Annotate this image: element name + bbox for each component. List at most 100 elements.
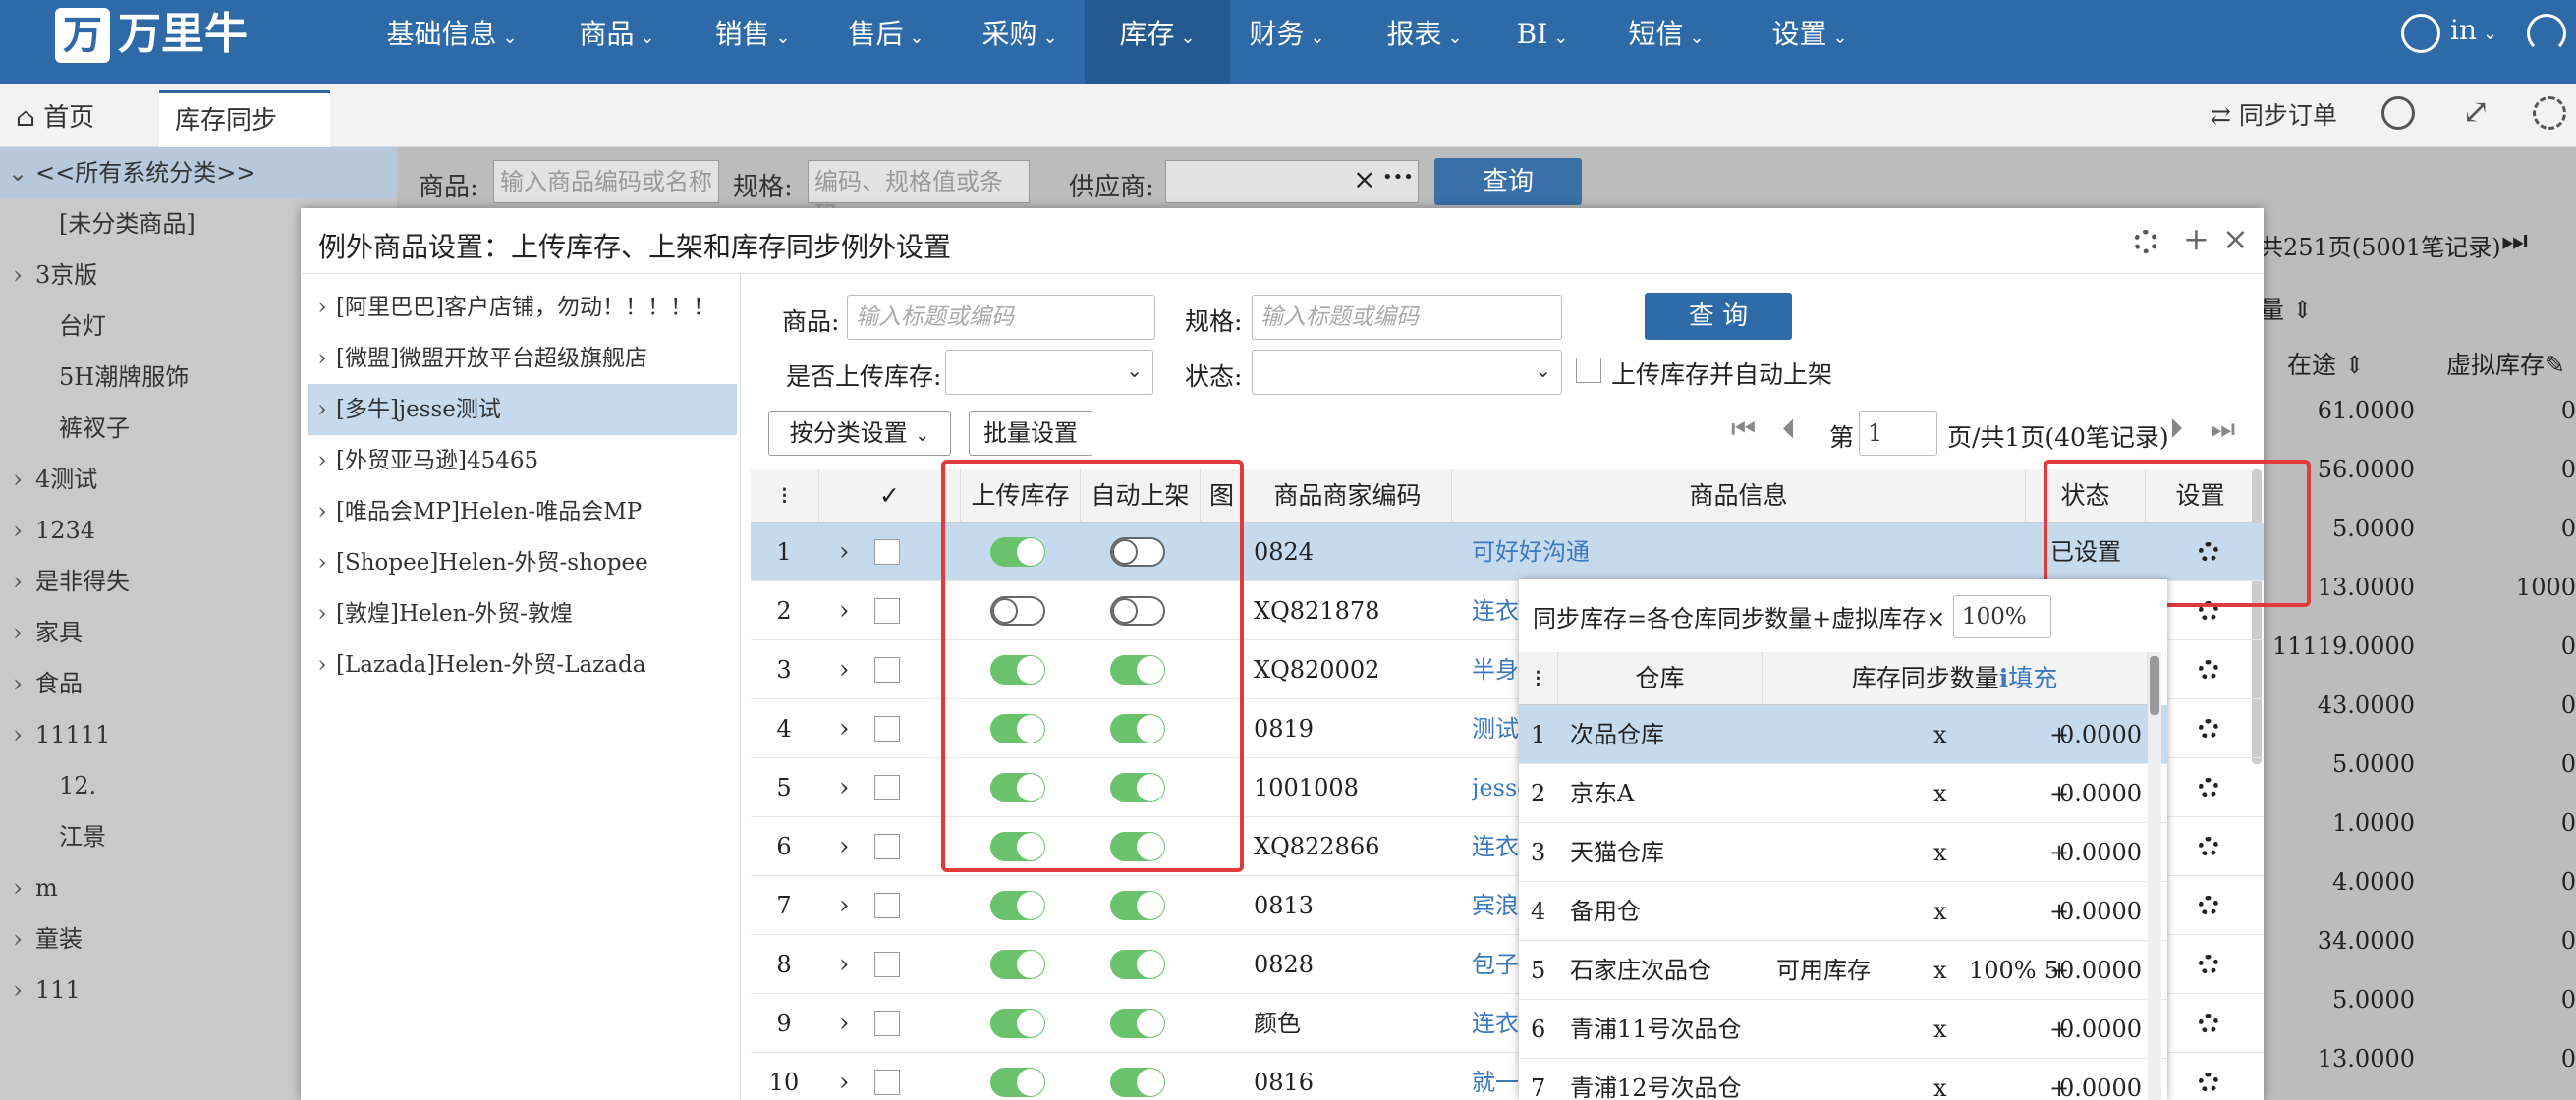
tab-stock-sync[interactable]: 库存同步 × — [159, 90, 330, 191]
product-info-link[interactable]: 可好好沟通 — [1472, 522, 1766, 581]
filter-upload-select[interactable]: ⌄ — [945, 350, 1153, 395]
row-expand-icon[interactable]: › — [839, 876, 849, 935]
row-checkbox[interactable] — [874, 893, 900, 918]
filter-spec-input[interactable]: 输入标题或编码 — [1252, 295, 1562, 340]
tree-collapse-icon[interactable]: ⌄ — [0, 147, 35, 198]
modal-close-icon[interactable]: × — [2222, 220, 2249, 257]
next-page-icon[interactable]: ⏵ — [2169, 412, 2183, 446]
upload-stock-toggle[interactable] — [990, 1009, 1045, 1038]
menu-7[interactable]: 报表 ⌄ — [1373, 0, 1476, 84]
row-checkbox[interactable] — [874, 1070, 900, 1095]
row-checkbox[interactable] — [874, 1011, 900, 1036]
category-setting-dropdown[interactable]: 按分类设置 ⌄ — [768, 411, 951, 456]
warehouse-row[interactable]: 3 天猫仓库 x +0.0000 — [1519, 823, 2167, 882]
shop-item[interactable]: › [敦煌]Helen-外贸-敦煌 — [308, 588, 737, 639]
menu-2[interactable]: 销售 ⌄ — [703, 0, 802, 84]
prev-page-icon[interactable]: ⏴ — [1782, 412, 1796, 446]
tree-expand-icon[interactable]: › — [0, 607, 35, 658]
tree-root[interactable]: ⌄ <<所有系统分类>> — [0, 147, 397, 198]
added-quantity[interactable]: 50.0000 — [2028, 941, 2148, 1000]
chevron-right-icon[interactable]: › — [308, 435, 336, 486]
tree-expand-icon[interactable]: › — [0, 505, 35, 556]
query-button[interactable]: 查 询 — [1645, 293, 1792, 340]
added-quantity[interactable]: 0.0000 — [2028, 705, 2148, 764]
tree-expand-icon[interactable]: › — [0, 556, 35, 607]
chevron-right-icon[interactable]: › — [308, 282, 336, 333]
tree-expand-icon[interactable]: › — [0, 862, 35, 913]
menu-5[interactable]: 库存 ⌄ — [1085, 0, 1230, 84]
col-select-all[interactable]: ✓ — [819, 469, 961, 522]
popup-col-menu[interactable]: ⁝ — [1519, 652, 1558, 705]
tree-expand-icon[interactable]: › — [0, 964, 35, 1016]
row-checkbox[interactable] — [874, 834, 900, 859]
row-checkbox[interactable] — [874, 539, 900, 565]
tree-expand-icon[interactable]: › — [0, 709, 35, 760]
warehouse-row[interactable]: 1 次品仓库 x +0.0000 — [1519, 705, 2167, 764]
user-menu[interactable]: in ⌄ — [2450, 14, 2497, 46]
modal-maximize-icon[interactable]: + — [2183, 220, 2210, 257]
menu-9[interactable]: 短信 ⌄ — [1619, 0, 1713, 84]
row-expand-icon[interactable]: › — [839, 817, 849, 876]
shop-item[interactable]: › [微盟]微盟开放平台超级旗舰店 — [308, 333, 737, 384]
row-settings-gear-icon[interactable] — [2199, 1014, 2218, 1033]
row-expand-icon[interactable]: › — [839, 935, 849, 994]
row-settings-gear-icon[interactable] — [2199, 896, 2218, 915]
upload-stock-toggle[interactable] — [990, 1068, 1045, 1097]
shop-item[interactable]: › [Lazada]Helen-外贸-Lazada — [308, 639, 737, 690]
row-expand-icon[interactable]: › — [839, 994, 849, 1053]
auto-list-toggle[interactable] — [1110, 891, 1165, 920]
menu-8[interactable]: BI ⌄ — [1507, 0, 1578, 84]
menu-3[interactable]: 售后 ⌄ — [837, 0, 935, 84]
added-quantity[interactable]: 0.0000 — [2028, 1059, 2148, 1100]
menu-4[interactable]: 采购 ⌄ — [971, 0, 1069, 84]
shop-item[interactable]: › [Shopee]Helen-外贸-shopee — [308, 537, 737, 588]
row-settings-gear-icon[interactable] — [2199, 1072, 2218, 1092]
logo-icon[interactable]: 万 — [55, 8, 110, 63]
chevron-right-icon[interactable]: › — [308, 537, 336, 588]
added-quantity[interactable]: 0.0000 — [2028, 764, 2148, 823]
bg-col-sort[interactable]: 量 ⇕ — [2260, 291, 2313, 326]
shop-item[interactable]: › [唯品会MP]Helen-唯品会MP — [308, 486, 737, 537]
bg-supplier-clear-icon[interactable]: × — [1353, 163, 1375, 196]
row-expand-icon[interactable]: › — [839, 758, 849, 817]
menu-1[interactable]: 商品 ⌄ — [568, 0, 666, 84]
refresh-icon[interactable] — [2381, 96, 2415, 130]
bg-supplier-input[interactable]: × ••• — [1165, 160, 1419, 203]
bg-query-button[interactable]: 查询 — [1434, 158, 1582, 205]
popup-scrollbar[interactable] — [2148, 652, 2161, 1100]
popup-scrollbar-thumb[interactable] — [2150, 656, 2159, 715]
shop-item[interactable]: › [阿里巴巴]客户店铺，勿动！！！！！ — [308, 282, 737, 333]
tree-expand-icon[interactable]: › — [0, 913, 35, 964]
row-checkbox[interactable] — [874, 598, 900, 624]
chevron-right-icon[interactable]: › — [308, 639, 336, 690]
bg-col-virtual-stock[interactable]: 虚拟库存✎ — [2446, 346, 2565, 381]
added-quantity[interactable]: 0.0000 — [2028, 882, 2148, 941]
tree-expand-icon[interactable]: › — [0, 658, 35, 709]
warehouse-row[interactable]: 7 青浦12号次品仓 x +0.0000 — [1519, 1059, 2167, 1100]
chevron-right-icon[interactable]: › — [308, 486, 336, 537]
warehouse-row[interactable]: 5 石家庄次品仓 可用库存 x 100% +50.0000 — [1519, 941, 2167, 1000]
row-expand-icon[interactable]: › — [839, 640, 849, 699]
upload-stock-toggle[interactable] — [990, 891, 1045, 920]
chevron-right-icon[interactable]: › — [308, 588, 336, 639]
auto-list-toggle[interactable] — [1110, 1068, 1165, 1097]
row-checkbox[interactable] — [874, 657, 900, 683]
modal-settings-icon[interactable] — [2134, 230, 2157, 253]
auto-list-toggle[interactable] — [1110, 950, 1165, 979]
settings-gear-icon[interactable] — [2533, 96, 2566, 130]
menu-6[interactable]: 财务 ⌄ — [1238, 0, 1336, 84]
sync-order-button[interactable]: ⇄ 同步订单 — [2211, 96, 2337, 132]
menu-0[interactable]: 基础信息 ⌄ — [383, 0, 521, 84]
auto-list-checkbox[interactable] — [1576, 358, 1601, 383]
row-settings-gear-icon[interactable] — [2199, 837, 2218, 856]
batch-setting-button[interactable]: 批量设置 — [969, 411, 1092, 456]
virtual-stock-percent-input[interactable]: 100% — [1953, 595, 2051, 638]
upload-stock-toggle[interactable] — [990, 950, 1045, 979]
tree-expand-icon[interactable]: › — [0, 249, 35, 301]
tab-home[interactable]: ⌂ 首页 × — [0, 90, 147, 188]
page-number-input[interactable]: 1 — [1859, 411, 1937, 456]
row-settings-gear-icon[interactable] — [2199, 955, 2218, 974]
col-menu-icon[interactable]: ⁝ — [751, 469, 819, 522]
row-checkbox[interactable] — [874, 716, 900, 742]
chevron-right-icon[interactable]: › — [308, 384, 336, 435]
